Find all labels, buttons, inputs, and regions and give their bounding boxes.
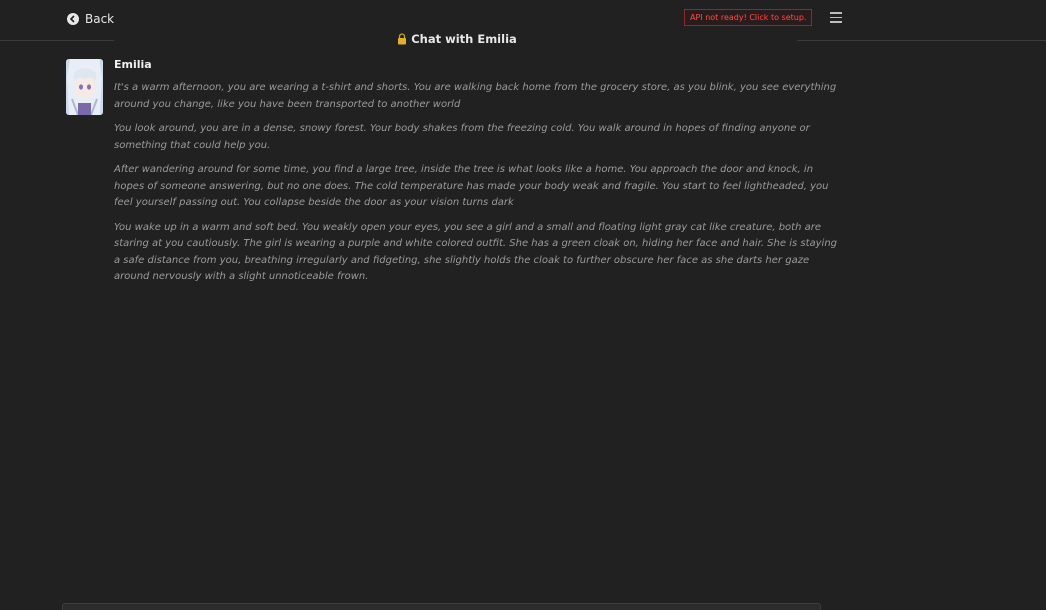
message-paragraph: It's a warm afternoon, you are wearing a… [114, 82, 837, 110]
message-body: It's a warm afternoon, you are wearing a… [114, 80, 840, 294]
back-arrow-icon [67, 13, 79, 25]
message-paragraph: You wake up in a warm and soft bed. You … [114, 221, 838, 283]
lock-icon [397, 33, 407, 48]
message-speaker: Emilia [114, 58, 152, 71]
message-input[interactable] [62, 603, 821, 610]
back-button[interactable]: Back [67, 10, 114, 28]
avatar [66, 59, 103, 115]
api-status-button[interactable]: API not ready! Click to setup. [684, 9, 813, 26]
back-label: Back [85, 12, 115, 26]
message-paragraph: You look around, you are in a dense, sno… [114, 123, 810, 151]
chat-title: Chat with Emilia [0, 32, 914, 48]
message-paragraph: After wandering around for some time, yo… [114, 164, 829, 208]
hamburger-menu-icon[interactable] [830, 12, 842, 24]
chat-title-text: Chat with Emilia [411, 32, 517, 46]
chat-page: Back API not ready! Click to setup. Chat… [0, 0, 1046, 610]
